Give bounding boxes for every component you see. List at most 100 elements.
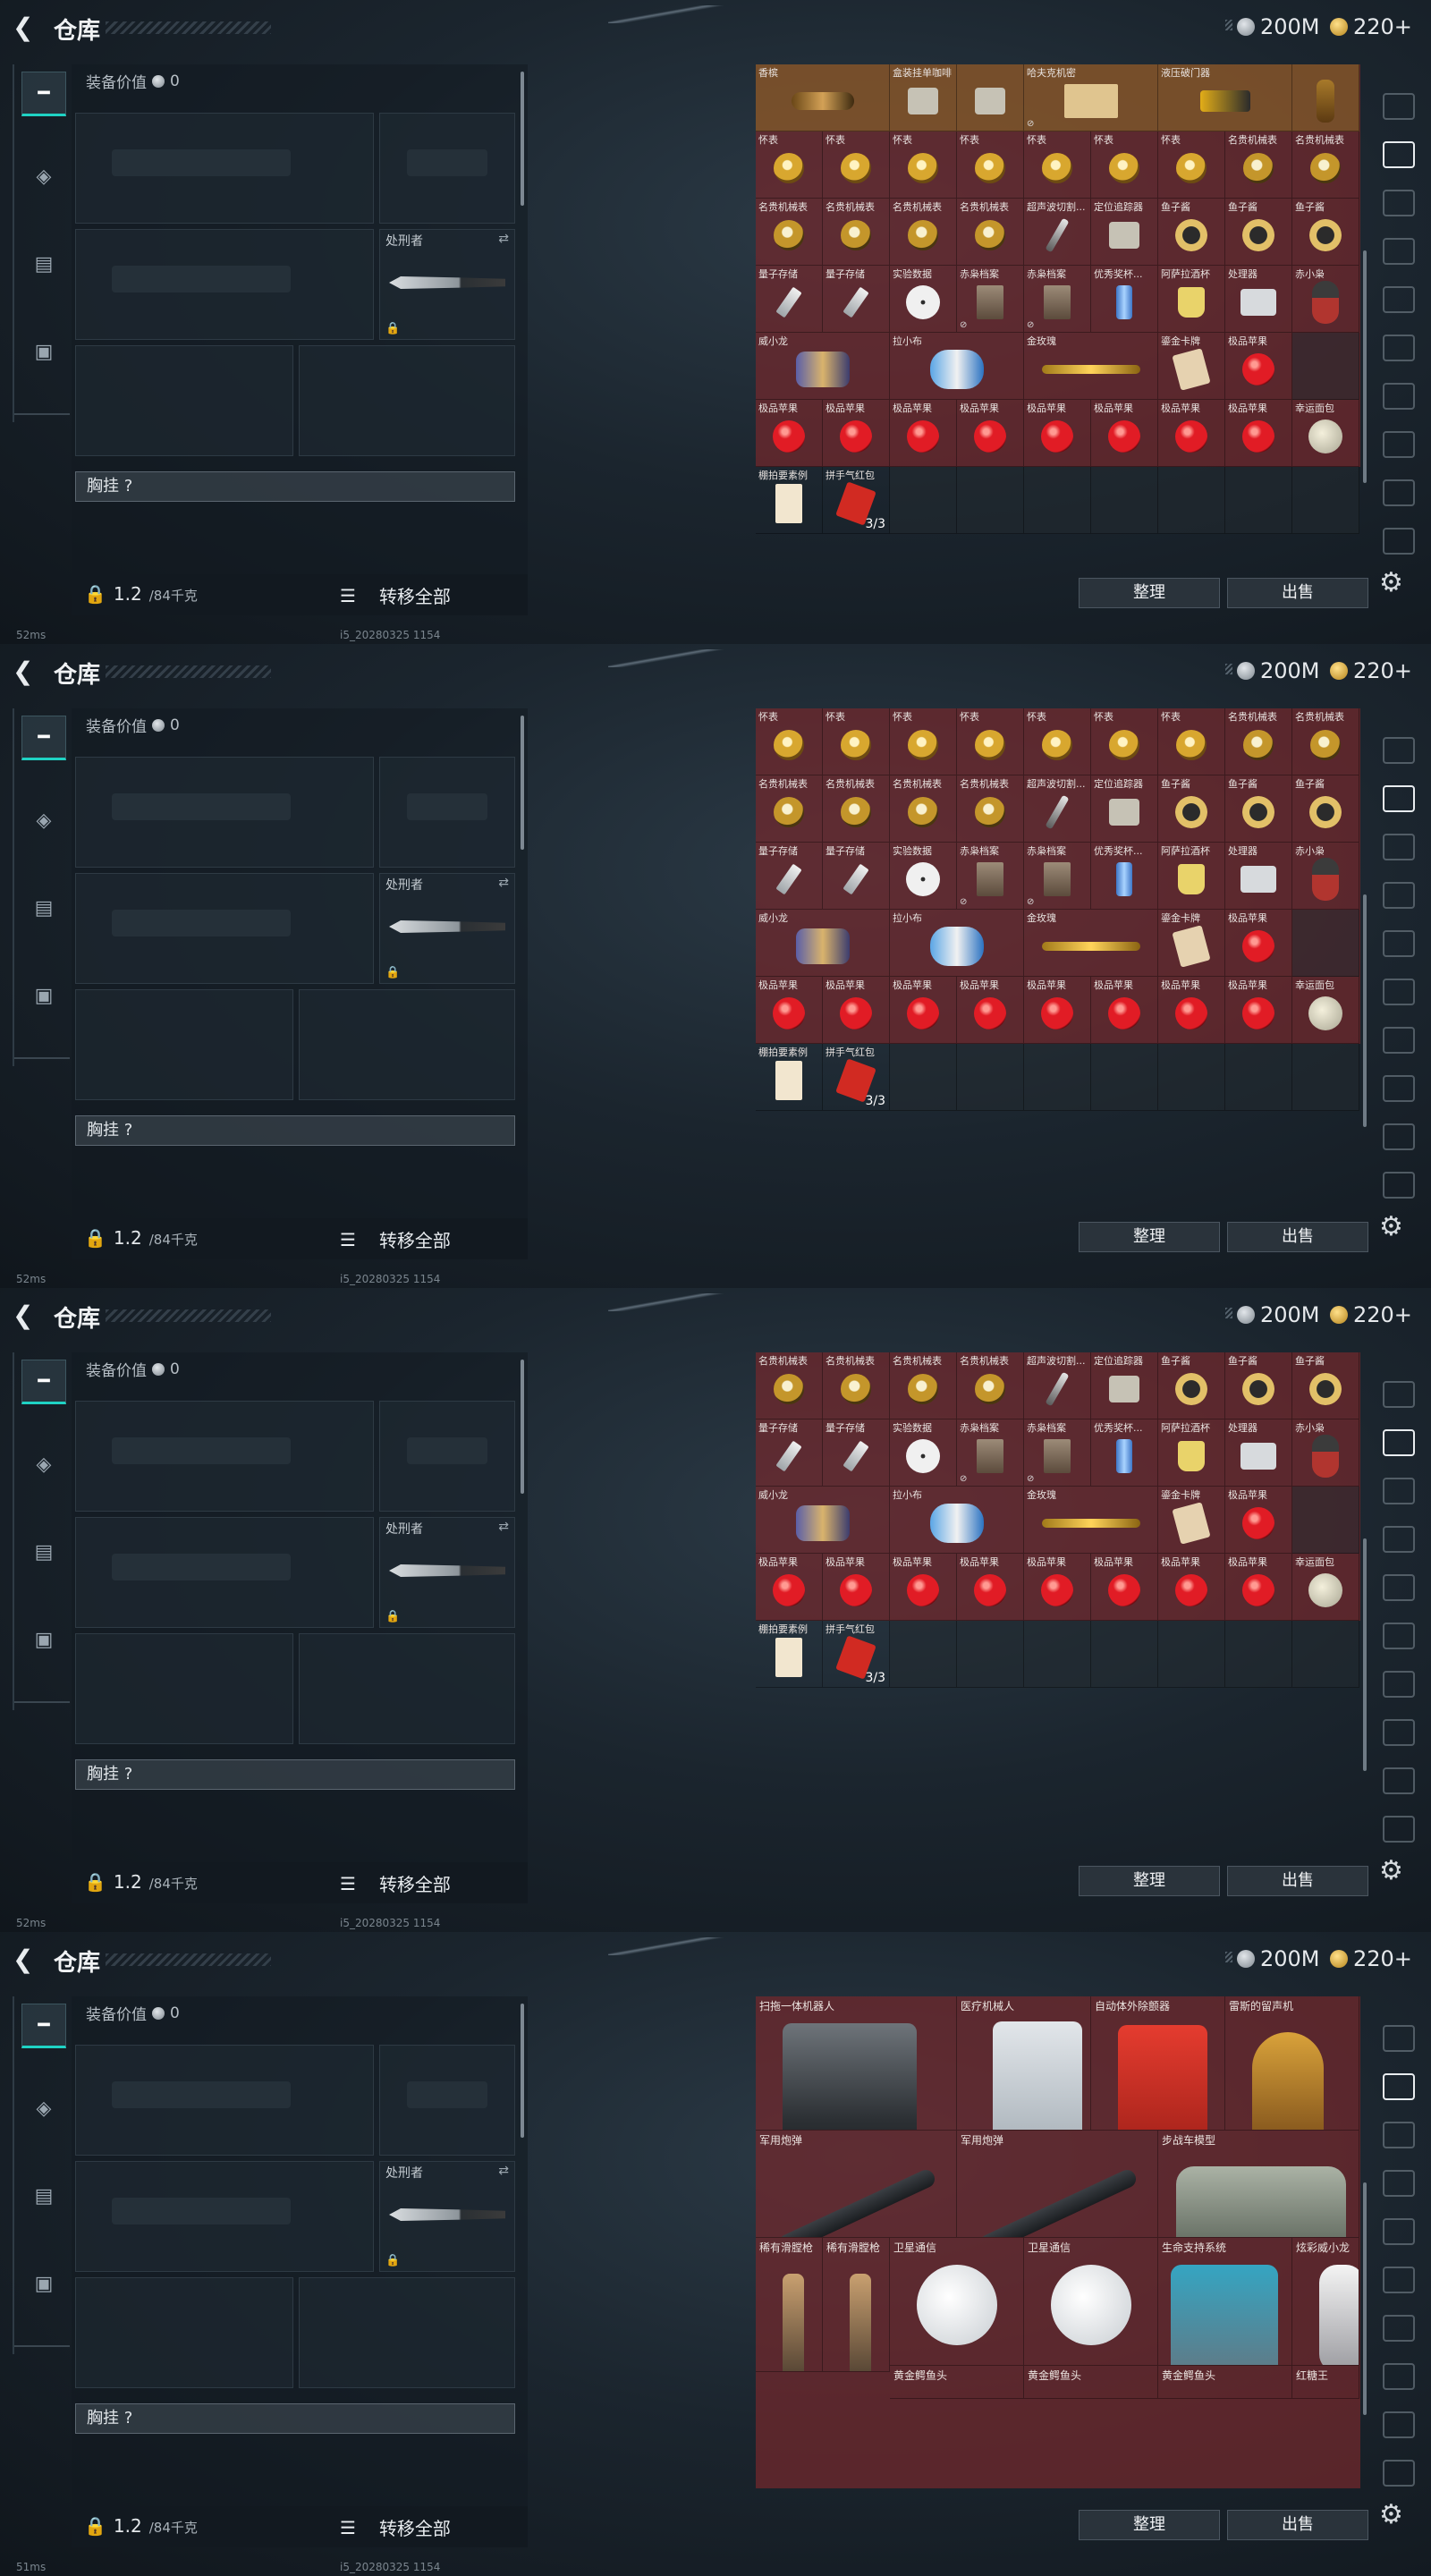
inventory-item[interactable]: 量子存储 <box>823 843 890 910</box>
inventory-item[interactable]: 赤小枭 <box>1292 1419 1359 1487</box>
inventory-item[interactable]: 怀表 <box>1158 708 1225 775</box>
inventory-item[interactable]: 拼手气红包 3/3 <box>823 467 890 534</box>
inventory-item[interactable]: 怀表 <box>1158 131 1225 199</box>
sort-button[interactable]: 整理 <box>1079 2510 1220 2540</box>
inventory-item[interactable]: 红糖王 <box>1292 2365 1359 2399</box>
storage-tab-10[interactable] <box>1383 1816 1415 1843</box>
secondary-weapon-slot[interactable] <box>75 2161 374 2272</box>
inventory-item[interactable]: 定位追踪器 <box>1091 775 1158 843</box>
sell-button[interactable]: 出售 <box>1227 578 1368 608</box>
inventory-item[interactable]: 超声波切割... <box>1024 199 1091 266</box>
inventory-item[interactable]: 怀表 <box>957 708 1024 775</box>
inventory-item[interactable]: 量子存储 <box>756 1419 823 1487</box>
settings-gear-icon[interactable]: ⚙ <box>1379 1855 1403 1886</box>
empty-slot[interactable] <box>1024 1044 1091 1111</box>
storage-tab-7[interactable] <box>1383 1027 1415 1054</box>
helmet-slot[interactable] <box>75 2277 293 2388</box>
melee-slot[interactable]: 处刑者 ⇄ 🔒 <box>379 1517 515 1628</box>
inventory-item[interactable]: 怀表 <box>823 708 890 775</box>
back-arrow-icon[interactable]: ❮ <box>13 1302 39 1329</box>
body-armor-slot[interactable] <box>299 1633 515 1744</box>
inventory-item[interactable]: 定位追踪器 <box>1091 1352 1158 1419</box>
inventory-item[interactable]: 处理器 <box>1225 1419 1292 1487</box>
gold-currency[interactable]: 220+ <box>1330 1946 1412 1971</box>
inventory-item[interactable]: 极品苹果 <box>1024 1554 1091 1621</box>
inventory-item[interactable]: 幸运面包 <box>1292 1554 1359 1621</box>
inventory-item[interactable]: 鎏金卡牌 <box>1158 333 1225 400</box>
storage-tab-5[interactable] <box>1383 2218 1415 2245</box>
secondary-weapon-slot[interactable] <box>75 1517 374 1628</box>
storage-tab-10[interactable] <box>1383 528 1415 555</box>
inventory-item[interactable] <box>1292 333 1359 400</box>
storage-tab-4[interactable] <box>1383 238 1415 265</box>
inventory-item[interactable]: 极品苹果 <box>890 400 957 467</box>
primary-weapon-slot[interactable] <box>75 757 374 868</box>
inventory-item[interactable]: 军用炮弹 <box>957 2131 1158 2238</box>
tab-armor[interactable]: ◈ <box>21 798 66 843</box>
body-armor-slot[interactable] <box>299 345 515 456</box>
tab-weapons[interactable]: ━ <box>21 716 66 760</box>
inventory-item[interactable]: 赤小枭 <box>1292 266 1359 333</box>
settings-gear-icon[interactable]: ⚙ <box>1379 567 1403 598</box>
helmet-slot[interactable] <box>75 1633 293 1744</box>
inventory-item[interactable]: 极品苹果 <box>1225 333 1292 400</box>
gold-currency[interactable]: 220+ <box>1330 658 1412 683</box>
storage-tab-6[interactable] <box>1383 1623 1415 1649</box>
storage-tab-1[interactable] <box>1383 737 1415 764</box>
silver-currency[interactable]: 200M <box>1237 658 1320 683</box>
inventory-item[interactable]: 赤枭档案 ⊘ <box>1024 266 1091 333</box>
empty-slot[interactable] <box>1292 467 1359 534</box>
inventory-item[interactable]: 极品苹果 <box>1225 400 1292 467</box>
inventory-item[interactable]: 定位追踪器 <box>1091 199 1158 266</box>
tab-vest[interactable]: ▤ <box>21 242 66 286</box>
inventory-scrollbar[interactable] <box>1363 894 1367 1127</box>
inventory-scrollbar[interactable] <box>1363 250 1367 483</box>
storage-tab-9[interactable] <box>1383 1123 1415 1150</box>
inventory-item[interactable]: 赤枭档案 ⊘ <box>957 1419 1024 1487</box>
tab-weapons[interactable]: ━ <box>21 2004 66 2048</box>
chest-rig-bar[interactable]: 胸挂 ? <box>75 2403 515 2434</box>
storage-tab-5[interactable] <box>1383 930 1415 957</box>
inventory-item[interactable]: 生命支持系统 <box>1158 2238 1292 2366</box>
inventory-item[interactable]: 极品苹果 <box>756 977 823 1044</box>
storage-tab-1[interactable] <box>1383 1381 1415 1408</box>
helmet-slot[interactable] <box>75 989 293 1100</box>
inventory-item[interactable]: 鱼子酱 <box>1158 199 1225 266</box>
storage-tab-10[interactable] <box>1383 1172 1415 1199</box>
inventory-item[interactable]: 怀表 <box>756 131 823 199</box>
tab-weapons[interactable]: ━ <box>21 1360 66 1404</box>
storage-tab-6[interactable] <box>1383 335 1415 361</box>
inventory-item[interactable]: 极品苹果 <box>823 977 890 1044</box>
empty-slot[interactable] <box>1158 467 1225 534</box>
inventory-item[interactable]: 黄金鳄鱼头 <box>1024 2365 1158 2399</box>
inventory-item[interactable]: 卫星通信 <box>890 2238 1024 2366</box>
inventory-item[interactable]: 黄金鳄鱼头 <box>890 2365 1024 2399</box>
inventory-item[interactable]: 名贵机械表 <box>1292 131 1359 199</box>
sort-button[interactable]: 整理 <box>1079 1866 1220 1896</box>
empty-slot[interactable] <box>1091 1621 1158 1688</box>
inventory-item[interactable]: 极品苹果 <box>1158 400 1225 467</box>
storage-tab-8[interactable] <box>1383 431 1415 458</box>
body-armor-slot[interactable] <box>299 989 515 1100</box>
inventory-item[interactable]: 怀表 <box>756 708 823 775</box>
sell-button[interactable]: 出售 <box>1227 2510 1368 2540</box>
storage-tab-3[interactable] <box>1383 190 1415 216</box>
empty-slot[interactable] <box>1292 1621 1359 1688</box>
transfer-all-button[interactable]: ☰ 转移全部 <box>340 582 451 608</box>
inventory-item[interactable]: 盒装挂单咖啡 <box>890 64 957 131</box>
transfer-all-button[interactable]: ☰ 转移全部 <box>340 1226 451 1252</box>
inventory-item[interactable]: 拉小布 <box>890 1487 1024 1554</box>
inventory-item[interactable] <box>1292 64 1359 131</box>
empty-slot[interactable] <box>890 1621 957 1688</box>
melee-slot[interactable]: 处刑者 ⇄ 🔒 <box>379 873 515 984</box>
inventory-item[interactable]: 极品苹果 <box>890 977 957 1044</box>
inventory-item[interactable]: 名贵机械表 <box>890 1352 957 1419</box>
primary-weapon-slot[interactable] <box>75 2045 374 2156</box>
storage-tab-4[interactable] <box>1383 2170 1415 2197</box>
inventory-item[interactable]: 鎏金卡牌 <box>1158 910 1225 977</box>
inventory-item[interactable]: 威小龙 <box>756 910 890 977</box>
tab-armor[interactable]: ◈ <box>21 2086 66 2131</box>
secondary-weapon-slot[interactable] <box>75 873 374 984</box>
storage-tab-4[interactable] <box>1383 882 1415 909</box>
tab-vest[interactable]: ▤ <box>21 1530 66 1574</box>
